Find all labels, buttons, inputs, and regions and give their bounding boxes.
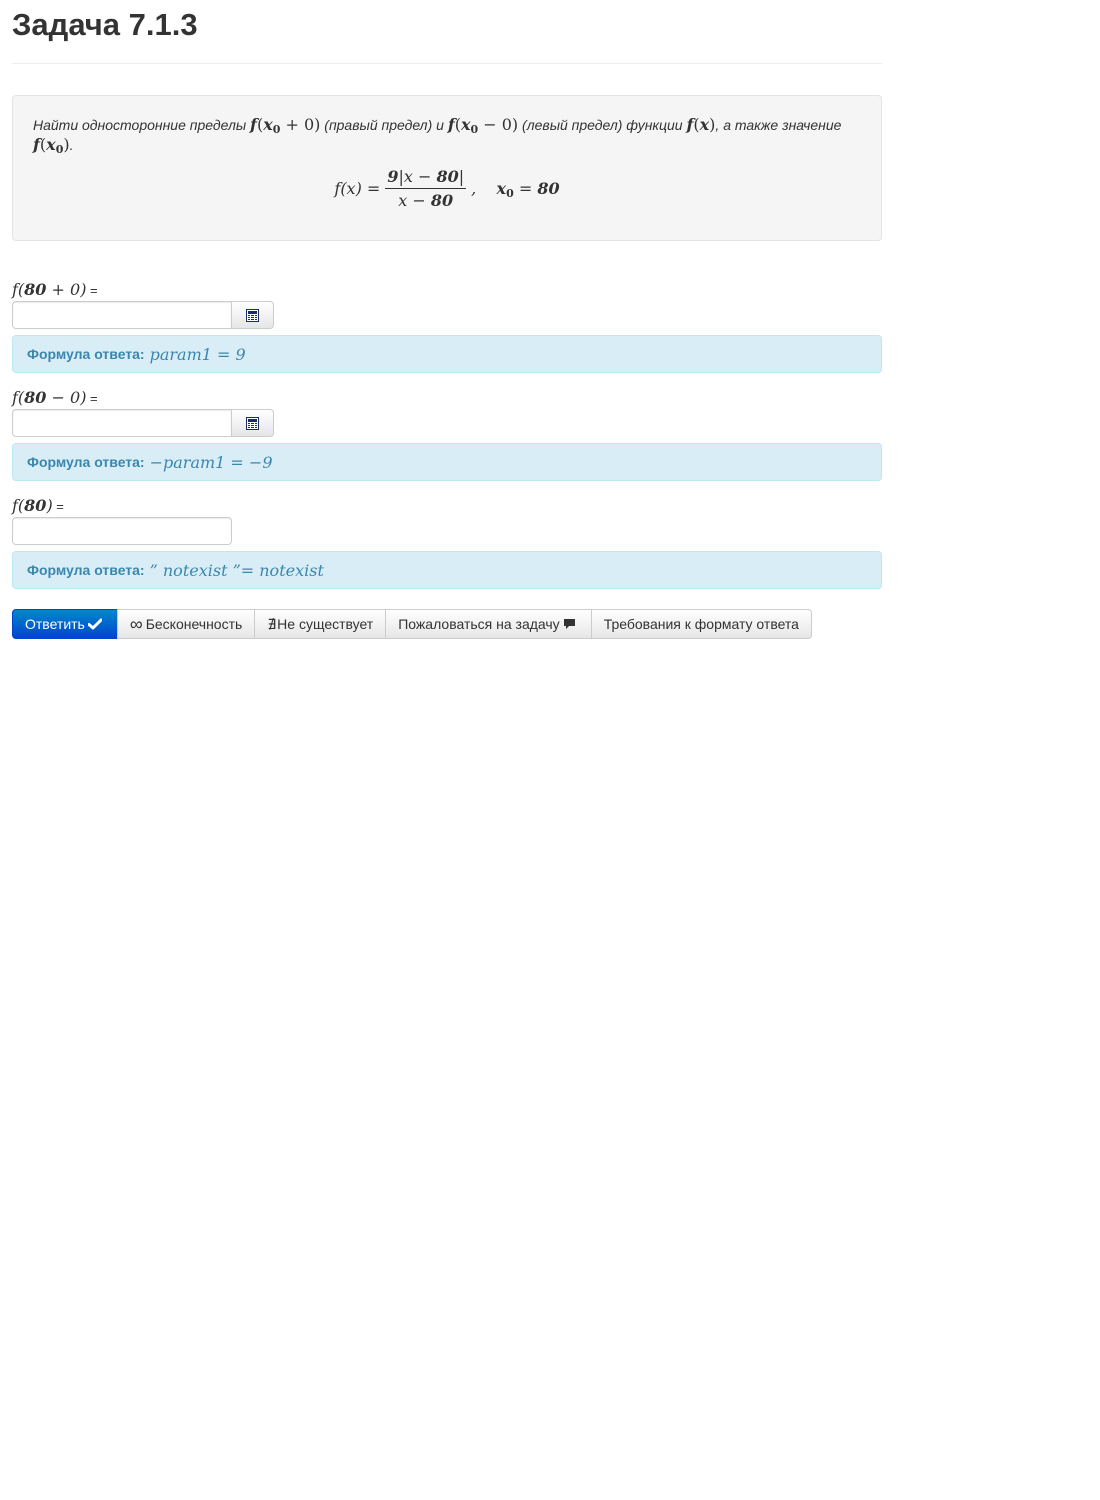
field-label-value: f(80) = bbox=[12, 497, 882, 516]
problem-text: Найти односторонние пределы f(x0 + 0) (п… bbox=[33, 115, 861, 155]
value-input[interactable] bbox=[12, 517, 232, 545]
field-label-suffix: = bbox=[52, 499, 64, 514]
math-x: x bbox=[699, 115, 710, 134]
formula-lhs: f(x) = bbox=[334, 179, 381, 198]
field-label-suffix: = bbox=[86, 391, 98, 406]
report-label: Пожаловаться на задачу bbox=[398, 616, 560, 632]
requirements-label: Требования к формату ответа bbox=[603, 616, 799, 632]
math-x0: x0 bbox=[263, 115, 281, 136]
left-limit-input[interactable] bbox=[12, 409, 232, 437]
problem-text-part: (правый предел) и bbox=[320, 117, 448, 133]
answer-block-value: f(80) = Формула ответа: ” notexist ”= no… bbox=[12, 497, 882, 589]
field-math: f(80 + 0) bbox=[12, 280, 87, 299]
answer-block-right-limit: f(80 + 0) = Формула ответа: param1 = 9 bbox=[12, 281, 882, 373]
action-toolbar: Ответить ∞ Бесконечность ∄ Не существует… bbox=[12, 609, 882, 639]
math-x0: x0 bbox=[460, 115, 479, 136]
input-group-value bbox=[12, 517, 882, 545]
formula-fraction: 9|x − 80| x − 80 bbox=[385, 167, 467, 210]
problem-text-part: Найти односторонние пределы bbox=[33, 117, 251, 133]
hint-label: Формула ответа: bbox=[27, 346, 145, 362]
input-group-right-limit bbox=[12, 301, 882, 329]
problem-text-part: , а также значение bbox=[715, 117, 842, 133]
input-group-left-limit bbox=[12, 409, 882, 437]
field-math: f(80 − 0) bbox=[12, 388, 87, 407]
hint-label: Формула ответа: bbox=[27, 562, 145, 578]
calculator-button[interactable] bbox=[232, 409, 274, 437]
hint-formula: param1 = 9 bbox=[149, 344, 246, 364]
speech-bubble-icon bbox=[563, 618, 576, 630]
hint-label: Формула ответа: bbox=[27, 454, 145, 470]
not-exists-label: Не существует bbox=[277, 616, 374, 632]
math-f-x0-minus: f bbox=[447, 115, 455, 134]
calculator-button[interactable] bbox=[232, 301, 274, 329]
answer-block-left-limit: f(80 − 0) = Формула ответа: −param1 = −9 bbox=[12, 389, 882, 481]
field-math: f(80) bbox=[12, 496, 53, 515]
infinity-icon: ∞ bbox=[129, 613, 143, 634]
check-icon bbox=[87, 618, 102, 630]
problem-text-part: (левый предел) функции bbox=[518, 117, 687, 133]
math-f-of-x0: f bbox=[33, 135, 40, 154]
format-requirements-button[interactable]: Требования к формату ответа bbox=[590, 609, 812, 639]
field-label-suffix: = bbox=[86, 283, 98, 298]
hint-formula: ” notexist ”= notexist bbox=[149, 560, 324, 580]
not-exists-icon: ∄ bbox=[267, 615, 277, 632]
page-title: Задача 7.1.3 bbox=[12, 7, 198, 42]
infinity-label: Бесконечность bbox=[145, 616, 243, 632]
formula-x0-value: = 80 bbox=[513, 179, 560, 198]
answer-formula-hint: Формула ответа: param1 = 9 bbox=[12, 335, 882, 373]
formula-comma: , bbox=[471, 179, 497, 198]
hint-formula: −param1 = −9 bbox=[149, 452, 273, 472]
function-definition: f(x) = 9|x − 80| x − 80 , x0 = 80 bbox=[33, 167, 861, 210]
calculator-icon bbox=[246, 416, 259, 430]
math-minus-zero: − 0) bbox=[478, 115, 519, 134]
math-x0: x0 bbox=[46, 135, 64, 156]
field-label-right-limit: f(80 + 0) = bbox=[12, 281, 882, 300]
formula-denominator: x − 80 bbox=[398, 191, 454, 210]
title-divider bbox=[12, 63, 882, 64]
answer-formula-hint: Формула ответа: −param1 = −9 bbox=[12, 443, 882, 481]
infinity-button[interactable]: ∞ Бесконечность bbox=[116, 609, 256, 639]
math-f-x0-plus: f bbox=[250, 115, 257, 134]
field-label-left-limit: f(80 − 0) = bbox=[12, 389, 882, 408]
submit-label: Ответить bbox=[25, 616, 85, 632]
problem-statement: Найти односторонние пределы f(x0 + 0) (п… bbox=[12, 95, 882, 241]
not-exists-button[interactable]: ∄ Не существует bbox=[254, 609, 387, 639]
formula-x0: x0 bbox=[496, 179, 514, 200]
submit-button[interactable]: Ответить bbox=[12, 609, 118, 639]
right-limit-input[interactable] bbox=[12, 301, 232, 329]
calculator-icon bbox=[246, 308, 259, 322]
page-container: Задача 7.1.3 Найти односторонние пределы… bbox=[12, 0, 882, 639]
formula-numerator: 9|x − 80| bbox=[385, 167, 467, 189]
math-plus-zero: + 0) bbox=[280, 115, 321, 134]
report-problem-button[interactable]: Пожаловаться на задачу bbox=[385, 609, 592, 639]
problem-text-part: . bbox=[69, 137, 74, 153]
answer-formula-hint: Формула ответа: ” notexist ”= notexist bbox=[12, 551, 882, 589]
